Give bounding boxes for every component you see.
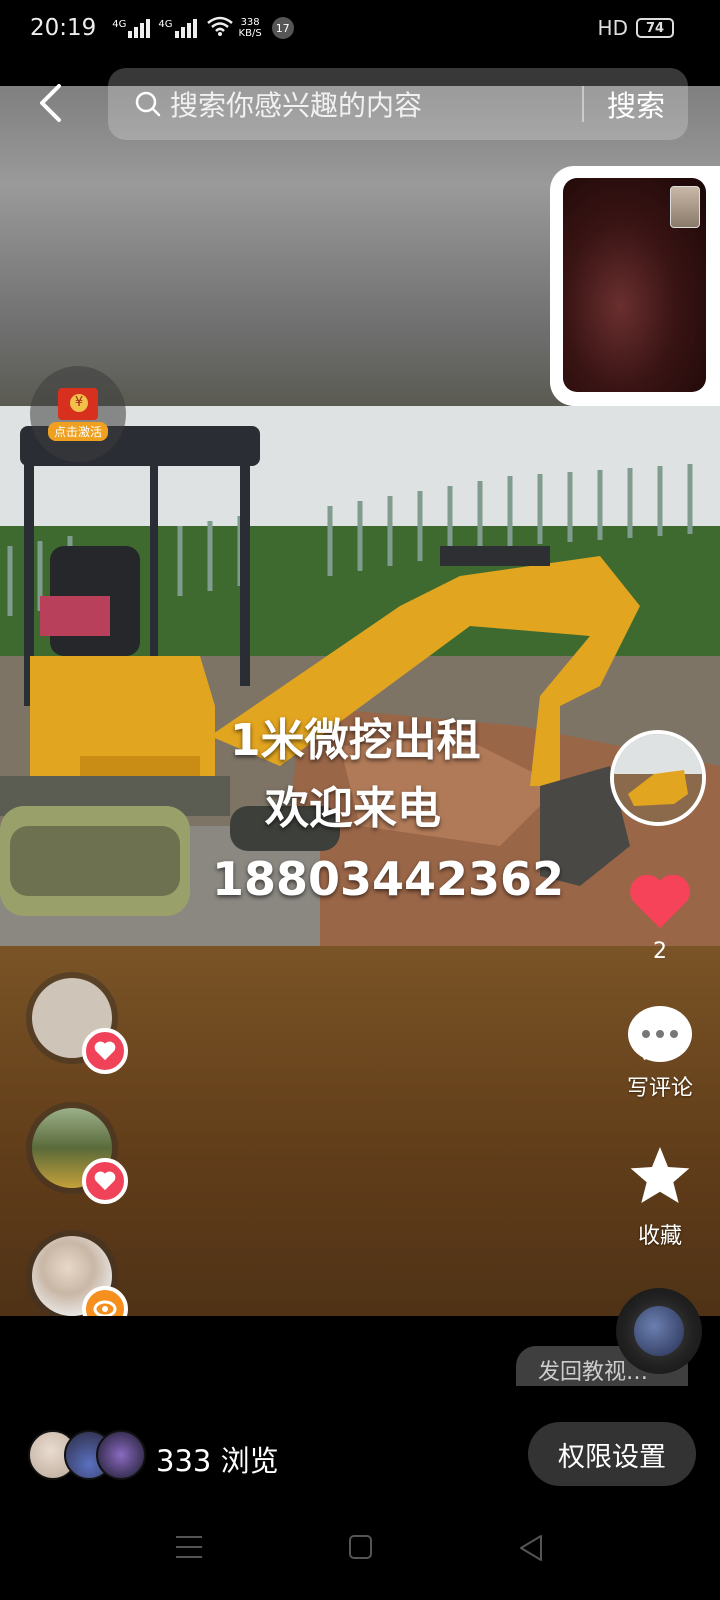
back-triangle-icon[interactable] <box>518 1534 544 1562</box>
star-icon <box>630 1147 690 1203</box>
back-arrow-icon <box>40 84 61 122</box>
net-speed: 338 KB/S <box>239 17 262 39</box>
like-button[interactable]: 2 <box>620 871 700 964</box>
search-input[interactable]: 搜索你感兴趣的内容 <box>170 84 582 124</box>
signal-icon: 4G <box>112 18 152 38</box>
favorite-button[interactable]: 收藏 <box>618 1144 702 1250</box>
net-speed-unit: KB/S <box>238 28 262 39</box>
liker-avatar-2[interactable] <box>26 1102 128 1204</box>
status-time: 20:19 <box>30 15 97 41</box>
status-bar: 20:19 4G 4G 338 KB/S 17 HD 74 <box>0 0 720 56</box>
like-count: 2 <box>653 939 667 964</box>
menu-icon[interactable] <box>176 1536 202 1558</box>
signal-label: 4G <box>158 18 173 30</box>
battery-level: 74 <box>645 20 665 36</box>
excavator-photo <box>0 406 720 946</box>
notification-badge: 17 <box>271 17 294 39</box>
signal-icon: 4G <box>158 18 198 38</box>
comment-button[interactable]: 写评论 <box>618 1006 702 1102</box>
signal-label: 4G <box>112 18 127 30</box>
author-thumbnail[interactable] <box>610 730 706 826</box>
hd-label: HD <box>597 16 628 40</box>
view-count: 333 浏览 <box>156 1444 279 1478</box>
heart-icon <box>630 874 690 929</box>
liker-avatar-1[interactable] <box>26 972 128 1074</box>
net-speed-value: 338 <box>240 17 260 28</box>
self-preview <box>670 186 700 228</box>
heart-icon <box>82 1028 128 1074</box>
red-packet-button[interactable]: 点击激活 <box>30 366 126 462</box>
bottom-bar: 333 浏览 权限设置 <box>0 1396 720 1516</box>
red-envelope-icon <box>58 387 98 420</box>
search-icon <box>135 91 161 117</box>
home-icon[interactable] <box>349 1535 372 1559</box>
music-cover <box>634 1306 684 1356</box>
search-button[interactable]: 搜索 <box>584 83 688 125</box>
top-bar: 搜索你感兴趣的内容 搜索 <box>0 56 720 146</box>
system-nav-bar <box>0 1526 720 1586</box>
floating-video-call[interactable] <box>550 166 720 406</box>
comment-label: 写评论 <box>626 1076 693 1101</box>
comment-icon <box>628 1006 692 1062</box>
music-disc-button[interactable] <box>616 1288 702 1374</box>
video-call-screen <box>563 178 706 392</box>
battery-icon: 74 <box>636 18 674 38</box>
wifi-icon <box>206 16 233 41</box>
viewer-avatar[interactable] <box>26 1230 128 1316</box>
viewer-avatar[interactable] <box>96 1430 146 1480</box>
back-button[interactable] <box>28 78 72 128</box>
search-bar[interactable]: 搜索你感兴趣的内容 搜索 <box>108 68 688 140</box>
red-packet-label: 点击激活 <box>47 421 108 441</box>
heart-icon <box>82 1158 128 1204</box>
permission-settings-button[interactable]: 权限设置 <box>528 1422 696 1486</box>
favorite-label: 收藏 <box>637 1224 682 1249</box>
status-right: HD 74 <box>598 16 674 40</box>
